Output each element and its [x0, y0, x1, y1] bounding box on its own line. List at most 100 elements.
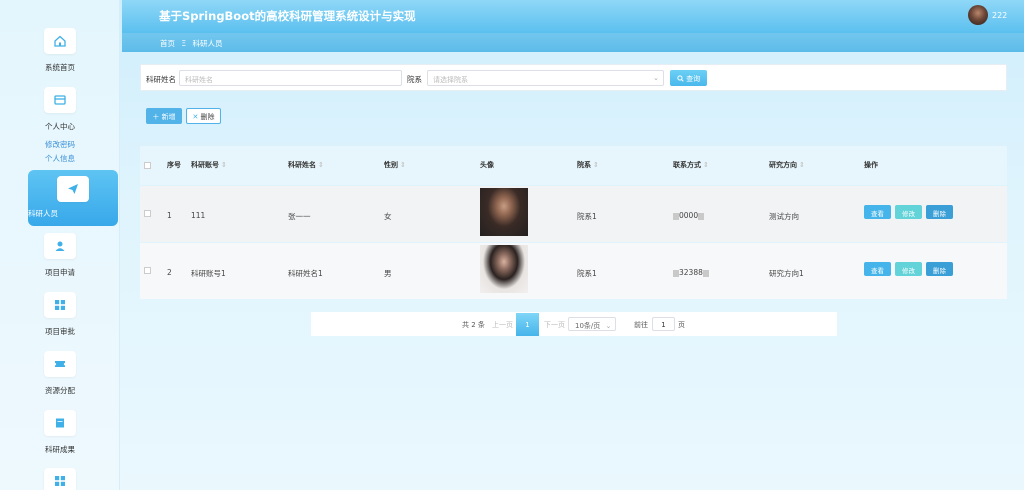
cell-phone: 32388: [673, 268, 709, 277]
chevron-down-icon: ⌄: [653, 74, 659, 82]
card-icon: [44, 87, 76, 113]
column-header: 头像: [480, 161, 494, 169]
page-size-value: 10条/页: [575, 322, 601, 330]
app-title: 基于SpringBoot的高校科研管理系统设计与实现: [159, 9, 416, 23]
sidebar-item-project-apply[interactable]: 项目申请: [0, 233, 120, 278]
view-button[interactable]: 查看: [864, 205, 891, 219]
chevron-down-icon: ⌄: [605, 322, 612, 330]
doc-icon: [44, 410, 76, 436]
user-icon: [44, 233, 76, 259]
redaction-block: [702, 269, 709, 277]
pagination: 共 2 条 上一页 1 下一页 10条/页 ⌄ 前往 1 页: [311, 312, 837, 336]
dept-select-placeholder: 请选择院系: [433, 76, 468, 84]
table-row: 2 科研账号1 科研姓名1 男 院系1 32388 研究方向1 查看 修改 删除: [140, 243, 1007, 299]
page-number-current[interactable]: 1: [516, 313, 539, 336]
breadcrumb-home[interactable]: 首页: [160, 39, 175, 48]
sidebar: 系统首页 个人中心 修改密码 个人信息 科研人员 项目申请 项目审批 资源分配: [0, 0, 120, 490]
query-button[interactable]: 查询: [670, 70, 707, 86]
grid-icon: [44, 292, 76, 318]
cell-gender: 女: [384, 212, 392, 221]
page-size-select[interactable]: 10条/页 ⌄: [568, 317, 616, 331]
sidebar-item-label: 项目审批: [45, 327, 75, 336]
sidebar-item-label: 资源分配: [45, 386, 75, 395]
column-header[interactable]: 联系方式 ⇕: [673, 160, 709, 170]
search-icon: [677, 75, 684, 82]
sort-icon: ⇕: [703, 161, 709, 169]
sidebar-subitem-personal-info[interactable]: 个人信息: [0, 152, 120, 166]
delete-button[interactable]: 删除: [926, 262, 953, 276]
search-form: 科研姓名 科研姓名 院系 请选择院系 ⌄ 查询: [140, 64, 1007, 91]
table-header: 序号 科研账号 ⇕ 科研姓名 ⇕ 性别 ⇕ 头像 院系 ⇕ 联系方式 ⇕ 研究方向 ⇕ 操作: [140, 146, 1007, 185]
prev-page-button[interactable]: 上一页: [492, 320, 513, 330]
close-icon: ✕: [192, 113, 199, 121]
add-button[interactable]: ＋ 新增: [146, 108, 182, 124]
view-button[interactable]: 查看: [864, 262, 891, 276]
row-checkbox[interactable]: [144, 210, 151, 217]
edit-button[interactable]: 修改: [895, 262, 922, 276]
cell-phone: 0000: [673, 211, 705, 220]
goto-label: 前往: [634, 321, 648, 329]
sort-icon: ⇕: [400, 161, 406, 169]
username[interactable]: 222: [992, 11, 1007, 20]
row-checkbox[interactable]: [144, 267, 151, 274]
sidebar-item-more[interactable]: [0, 468, 120, 490]
sidebar-item-label: 科研成果: [45, 445, 75, 454]
sidebar-item-profile[interactable]: 个人中心 修改密码 个人信息: [0, 87, 120, 166]
delete-button[interactable]: 删除: [926, 205, 953, 219]
page-unit-label: 页: [678, 321, 685, 329]
cell-account: 科研账号1: [191, 269, 226, 278]
table-row: 1 111 张一一 女 院系1 0000 测试方向 查看 修改 删除: [140, 186, 1007, 242]
column-header: 操作: [864, 161, 878, 169]
ticket-icon: [44, 351, 76, 377]
send-icon: [57, 176, 89, 202]
sidebar-subitem-change-password[interactable]: 修改密码: [0, 138, 120, 152]
sort-icon: ⇕: [593, 161, 599, 169]
next-page-button[interactable]: 下一页: [544, 320, 565, 330]
sidebar-item-research-results[interactable]: 科研成果: [0, 410, 120, 455]
avatar-photo[interactable]: [480, 188, 528, 236]
sort-icon: ⇕: [318, 161, 324, 169]
cell-index: 2: [167, 268, 172, 277]
goto-page-input[interactable]: 1: [652, 317, 675, 331]
sidebar-item-home[interactable]: 系统首页: [0, 28, 120, 73]
name-search-input[interactable]: 科研姓名: [179, 70, 402, 86]
column-header: 序号: [167, 161, 181, 169]
column-header[interactable]: 科研账号 ⇕: [191, 160, 227, 170]
column-header[interactable]: 研究方向 ⇕: [769, 160, 805, 170]
cell-name: 张一一: [288, 212, 311, 221]
dept-label: 院系: [407, 75, 422, 84]
grid-icon: [44, 468, 76, 490]
avatar[interactable]: [968, 5, 988, 25]
sidebar-item-researchers[interactable]: 科研人员: [28, 170, 118, 226]
sort-icon: ⇕: [799, 161, 805, 169]
sidebar-item-resource-allocation[interactable]: 资源分配: [0, 351, 120, 396]
cell-direction: 测试方向: [769, 212, 799, 221]
avatar-photo[interactable]: [480, 245, 528, 293]
sort-icon: ⇕: [221, 161, 227, 169]
batch-delete-button[interactable]: ✕ 删除: [186, 108, 221, 124]
top-header: 基于SpringBoot的高校科研管理系统设计与实现 222: [122, 0, 1024, 33]
add-button-label: 新增: [161, 113, 176, 121]
batch-delete-button-label: 删除: [200, 113, 215, 121]
sidebar-item-label: 系统首页: [45, 63, 75, 72]
cell-name: 科研姓名1: [288, 269, 323, 278]
cell-direction: 研究方向1: [769, 269, 804, 278]
select-all-checkbox[interactable]: [144, 162, 151, 169]
cell-dept: 院系1: [577, 269, 597, 278]
column-header[interactable]: 科研姓名 ⇕: [288, 160, 324, 170]
breadcrumb-current: 科研人员: [192, 39, 223, 48]
cell-index: 1: [167, 211, 172, 220]
name-label: 科研姓名: [146, 75, 176, 84]
total-count: 共 2 条: [462, 321, 485, 329]
plus-icon: ＋: [152, 113, 160, 121]
researchers-table: 序号 科研账号 ⇕ 科研姓名 ⇕ 性别 ⇕ 头像 院系 ⇕ 联系方式 ⇕ 研究方向 ⇕ 操作…: [140, 146, 1007, 299]
home-icon: [44, 28, 76, 54]
sidebar-item-label: 科研人员: [28, 209, 58, 218]
column-header[interactable]: 性别 ⇕: [384, 160, 406, 170]
dept-select[interactable]: 请选择院系 ⌄: [427, 70, 664, 86]
column-header[interactable]: 院系 ⇕: [577, 160, 599, 170]
sidebar-item-project-approval[interactable]: 项目审批: [0, 292, 120, 337]
redaction-block: [698, 212, 705, 220]
edit-button[interactable]: 修改: [895, 205, 922, 219]
cell-dept: 院系1: [577, 212, 597, 221]
